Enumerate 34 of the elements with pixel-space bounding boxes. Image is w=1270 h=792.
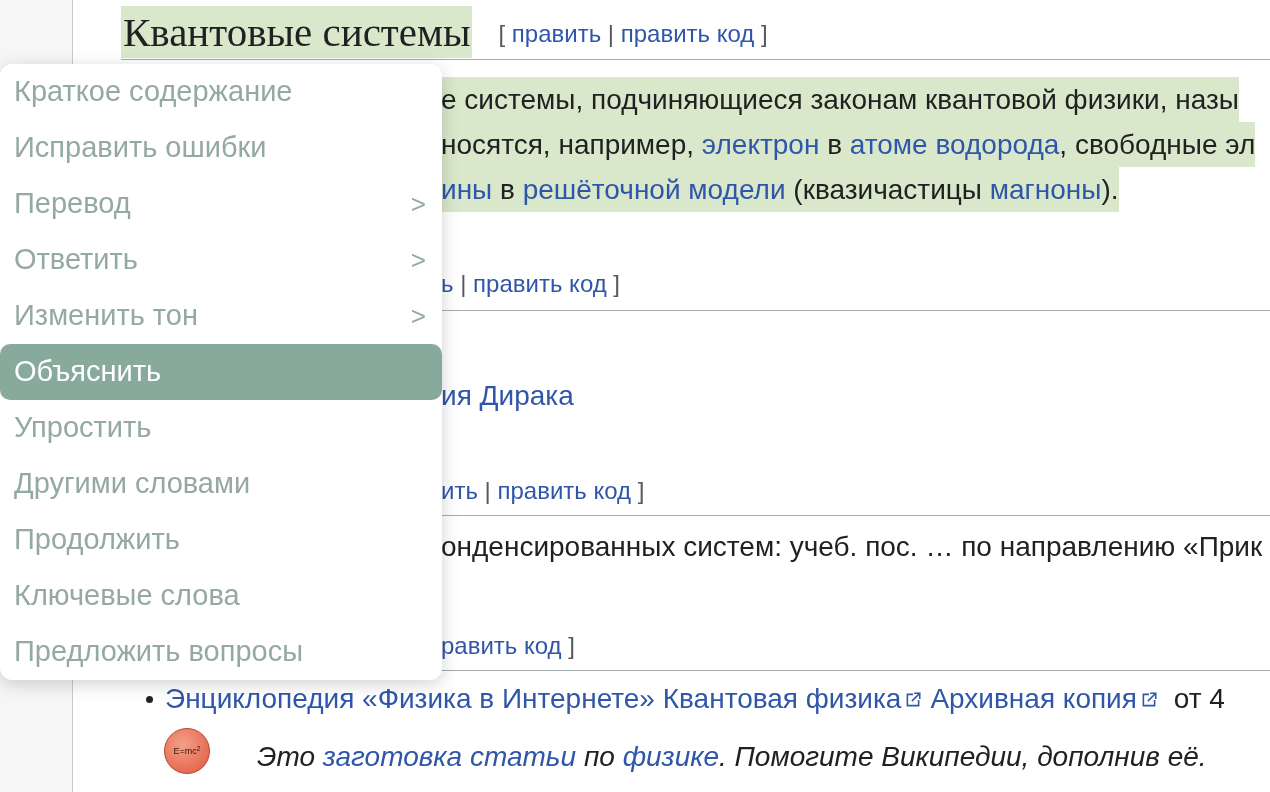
link[interactable]: заготовка статьи: [322, 741, 577, 772]
link[interactable]: Архивная копия: [930, 683, 1137, 714]
edit-links: [ править | править код ]: [498, 18, 768, 49]
link[interactable]: магноны: [989, 174, 1102, 205]
link[interactable]: физике: [622, 741, 719, 772]
link[interactable]: электрон: [701, 129, 820, 160]
paragraph-text: е системы, подчиняющиеся законам квантовой физики, назы: [441, 77, 1239, 122]
chevron-icon: >: [410, 240, 426, 280]
section-heading: Квантовые системы: [121, 5, 473, 58]
link[interactable]: править: [511, 19, 602, 47]
edit-links: ь | править код ]: [441, 270, 621, 297]
link[interactable]: решёточной модели: [522, 174, 786, 205]
link[interactable]: Энциклопедия «Физика в Интернете» Квантовая физика: [165, 683, 902, 714]
list-item-text: Энциклопедия «Физика в Интернете» Квантовая физика Архивная копия от 4: [165, 683, 1225, 715]
link[interactable]: равить код: [441, 632, 562, 659]
link[interactable]: править код: [497, 477, 632, 504]
link[interactable]: ины: [441, 174, 493, 205]
edit-links: равить код ]: [441, 632, 575, 659]
link[interactable]: править код: [473, 270, 607, 297]
link[interactable]: ить: [441, 477, 478, 504]
link[interactable]: ь: [441, 270, 454, 297]
stub-notice: Это заготовка статьи по физике. Помогите Википедии, дополнив её.: [257, 741, 1207, 773]
paragraph-text: носятся, например, электрон в атоме водорода, свободные эл: [441, 122, 1256, 167]
link[interactable]: править код: [620, 19, 755, 47]
chevron-icon: >: [410, 184, 426, 224]
chevron-icon: >: [410, 296, 426, 336]
paragraph-text: онденсированных систем: учеб. пос. … по направлению «Прик: [441, 531, 1263, 563]
external-link-icon: [904, 691, 923, 709]
icon-text: E=mc$^{2}$: [173, 746, 201, 756]
paragraph-text: ины в решёточной модели (квазичастицы магноны).: [441, 167, 1119, 212]
bullet-icon: [146, 695, 153, 703]
link[interactable]: ия Дирака: [441, 380, 574, 411]
edit-links: ить | править код ]: [441, 477, 645, 504]
link[interactable]: атоме водорода: [849, 129, 1060, 160]
